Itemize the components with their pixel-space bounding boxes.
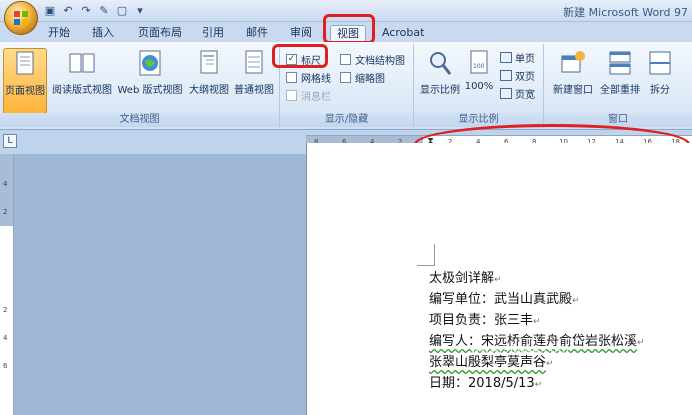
page-width-label: 页宽 [515, 90, 535, 101]
tab-acrobat[interactable]: Acrobat [376, 25, 430, 42]
tab-home[interactable]: 开始 [42, 25, 76, 42]
window-title: 新建 Microsoft Word 97 [563, 6, 688, 19]
save-icon[interactable]: ▣ [42, 3, 58, 18]
new-window-button[interactable]: 新建窗口 [550, 48, 596, 96]
print-layout-button[interactable]: 页面视图 [3, 48, 47, 114]
ribbon: 页面视图 阅读版式视图 Web 版式视图 大纲视图 普通视图 文档视图 ✓ 标尺… [0, 42, 692, 130]
one-page-icon [500, 52, 512, 63]
document-page[interactable]: 太极剑详解↵ 编写单位：武当山真武殿↵ 项目负责：张三丰↵ 编写人：宋远桥俞莲舟… [306, 143, 692, 415]
draft-button[interactable]: 普通视图 [232, 48, 276, 96]
message-bar-label: 消息栏 [301, 92, 331, 103]
redo-icon[interactable]: ↷ [78, 3, 94, 18]
outline-button[interactable]: 大纲视图 [186, 48, 232, 96]
view-tab-highlight [323, 14, 375, 44]
web-layout-label: Web 版式视图 [117, 85, 183, 96]
undo-icon[interactable]: ↶ [60, 3, 76, 18]
page-100-icon: 100 [470, 50, 488, 74]
one-page-label: 单页 [515, 54, 535, 65]
globe-icon [139, 50, 161, 76]
tab-review[interactable]: 审阅 [284, 25, 318, 42]
page-width-button[interactable]: 页宽 [500, 86, 535, 101]
ruler-checkbox-highlight [272, 44, 328, 68]
magnifier-icon [430, 52, 452, 75]
page-width-icon [500, 88, 512, 99]
draft-icon [245, 50, 263, 74]
print-layout-icon [16, 51, 34, 75]
tab-references[interactable]: 引用 [196, 25, 230, 42]
doc-line[interactable]: 项目负责：张三丰↵ [429, 309, 541, 328]
ruler-tick: 2 [3, 306, 8, 314]
office-logo-icon [14, 11, 28, 25]
zoom-100-label: 100% [464, 81, 494, 92]
ruler-tick: 4 [3, 334, 8, 342]
window-group: 新建窗口 全部重排 拆分 窗口 [544, 44, 692, 128]
two-pages-label: 双页 [515, 72, 535, 83]
new-document-icon[interactable]: ▢ [114, 3, 130, 18]
zoom-label: 显示比例 [420, 85, 460, 96]
full-screen-reading-label: 阅读版式视图 [52, 85, 112, 96]
quick-access-toolbar: ▣ ↶ ↷ ✎ ▢ ▾ [42, 3, 148, 18]
doc-line[interactable]: 太极剑详解↵ [429, 267, 502, 286]
watermark: www.96oou.com [470, 342, 570, 356]
document-area: 太极剑详解↵ 编写单位：武当山真武殿↵ 项目负责：张三丰↵ 编写人：宋远桥俞莲舟… [14, 143, 692, 415]
format-painter-icon[interactable]: ✎ [96, 3, 112, 18]
thumbnails-checkbox[interactable]: 缩略图 [340, 70, 385, 85]
two-pages-icon [500, 70, 512, 81]
arrange-all-label: 全部重排 [600, 85, 640, 96]
ruler-tick: 6 [3, 362, 8, 370]
gridlines-checkbox[interactable]: 网格线 [286, 70, 331, 85]
one-page-button[interactable]: 单页 [500, 50, 535, 65]
doc-views-group: 页面视图 阅读版式视图 Web 版式视图 大纲视图 普通视图 文档视图 [0, 44, 280, 128]
tab-insert[interactable]: 插入 [86, 25, 120, 42]
print-layout-label: 页面视图 [5, 86, 45, 97]
vertical-ruler[interactable]: 4 2 2 4 6 [0, 154, 14, 415]
tab-mailings[interactable]: 邮件 [240, 25, 274, 42]
split-label: 拆分 [650, 85, 670, 96]
document-map-label: 文档结构图 [355, 56, 405, 67]
ruler-tick: 4 [3, 180, 8, 188]
full-screen-reading-button[interactable]: 阅读版式视图 [52, 48, 112, 96]
new-window-label: 新建窗口 [553, 85, 593, 96]
show-hide-group-label: 显示/隐藏 [280, 113, 413, 127]
zoom-100-button[interactable]: 100 100% [464, 48, 494, 92]
margin-corner-mark [417, 244, 435, 266]
outline-label: 大纲视图 [189, 85, 229, 96]
doc-views-group-label: 文档视图 [0, 113, 279, 127]
document-map-checkbox[interactable]: 文档结构图 [340, 52, 405, 67]
arrange-all-icon [609, 51, 631, 75]
new-window-icon [561, 51, 585, 73]
zoom-group: 显示比例 100 100% 单页 双页 页宽 显示比例 [414, 44, 544, 128]
thumbnails-label: 缩略图 [355, 74, 385, 85]
split-button[interactable]: 拆分 [644, 48, 676, 96]
web-layout-button[interactable]: Web 版式视图 [116, 48, 184, 96]
outline-icon [200, 50, 218, 74]
split-icon [649, 51, 671, 75]
customize-qat-icon[interactable]: ▾ [132, 3, 148, 18]
tab-page-layout[interactable]: 页面布局 [132, 25, 188, 42]
zoom-button[interactable]: 显示比例 [418, 48, 462, 96]
office-button[interactable] [4, 1, 38, 35]
ruler-tick: 2 [3, 208, 8, 216]
reading-layout-icon [69, 53, 95, 73]
message-bar-checkbox: 消息栏 [286, 88, 331, 103]
svg-text:100: 100 [473, 63, 485, 70]
gridlines-label: 网格线 [301, 74, 331, 85]
doc-line[interactable]: 编写单位：武当山真武殿↵ [429, 288, 580, 307]
draft-label: 普通视图 [234, 85, 274, 96]
doc-line[interactable]: 日期：2018/5/13↵ [429, 372, 542, 391]
arrange-all-button[interactable]: 全部重排 [598, 48, 642, 96]
two-pages-button[interactable]: 双页 [500, 68, 535, 83]
tab-selector-button[interactable]: L [3, 134, 17, 148]
